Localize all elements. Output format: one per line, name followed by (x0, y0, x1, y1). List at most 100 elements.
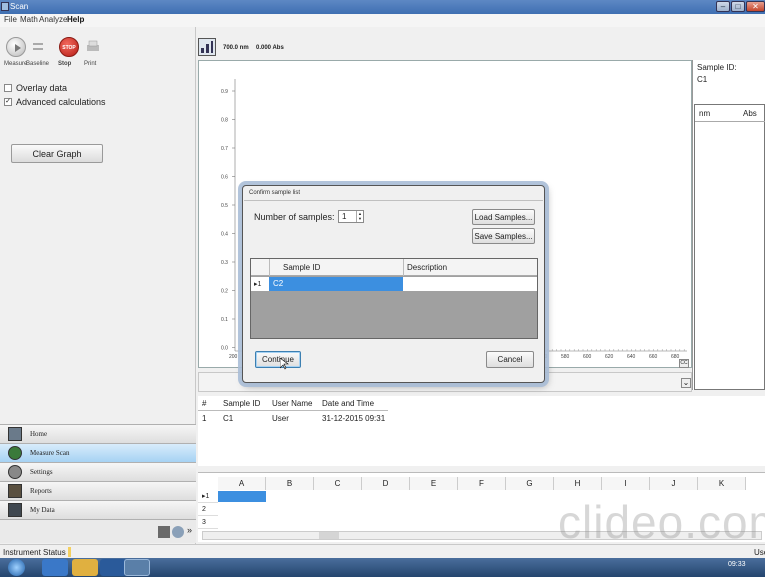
media-taskbar-icon[interactable] (100, 559, 126, 576)
sheet-col-j[interactable]: J (650, 477, 698, 490)
y-tick-label: 0.3 (221, 260, 228, 266)
results-divider (198, 410, 388, 411)
advanced-checkbox[interactable]: ✓ (4, 98, 12, 106)
app-icon (1, 2, 9, 11)
expand-down-icon[interactable]: ⌄ (681, 378, 691, 388)
table-row[interactable]: ▸1 C2 (251, 277, 537, 291)
status-indicator (68, 547, 71, 557)
wavelength-readout: 700.0 nm (223, 45, 249, 51)
menu-math[interactable]: Math (20, 15, 38, 24)
stop-label: Stop (58, 61, 72, 67)
scrollbar-thumb[interactable] (319, 532, 339, 539)
status-right: Use (754, 548, 765, 557)
chart-settings-button[interactable]: CC (679, 359, 689, 368)
table-row[interactable]: 1 C1 User 31-12-2015 09:31 (198, 412, 388, 424)
x-tick-label: 580 (561, 354, 570, 360)
results-col-num: # (202, 399, 207, 408)
x-tick-label: 660 (649, 354, 658, 360)
config-icon[interactable] (158, 526, 170, 538)
sheet-col-k[interactable]: K (698, 477, 746, 490)
nav-measure-scan[interactable]: Measure Scan (0, 443, 196, 462)
confirm-sample-dialog: Confirm sample list Number of samples: 1… (242, 185, 545, 383)
instrument-status: Instrument Status (3, 548, 66, 557)
row-num-3: 3 (202, 519, 206, 526)
sheet-col-i[interactable]: I (602, 477, 650, 490)
chevron-right-icon[interactable]: » (187, 525, 192, 535)
absorbance-readout: 0.000 Abs (256, 45, 284, 51)
nav-footer: » (0, 519, 196, 543)
clock: 09:33 (728, 561, 746, 568)
sample-id-cell[interactable]: C2 (269, 277, 403, 291)
baseline-button[interactable] (33, 43, 43, 50)
menu-help[interactable]: Help (67, 15, 84, 24)
load-samples-button[interactable]: Load Samples... (472, 209, 535, 225)
data-icon (8, 503, 22, 517)
sheet-col-a[interactable]: A (218, 477, 266, 490)
clear-graph-button[interactable]: Clear Graph (11, 144, 103, 163)
gear-icon (8, 465, 22, 479)
measure-label: Measure (4, 61, 28, 67)
close-button[interactable]: ✕ (746, 1, 765, 12)
sheet-row-2: 2 (198, 504, 218, 516)
num-samples-value: 1 (342, 212, 347, 221)
minimize-button[interactable]: – (716, 1, 730, 12)
overlay-label: Overlay data (16, 83, 68, 93)
description-cell[interactable] (404, 277, 537, 291)
nav-my-data[interactable]: My Data (0, 500, 196, 519)
window-title: Scan (10, 2, 29, 11)
x-tick-label: 620 (605, 354, 614, 360)
browser-taskbar-icon[interactable] (42, 559, 68, 576)
num-samples-stepper[interactable]: 1 ▲ ▼ (338, 210, 364, 223)
folder-taskbar-icon[interactable] (72, 559, 98, 576)
maximize-button[interactable]: □ (731, 1, 745, 12)
sheet-row-1: ▸1 (198, 491, 218, 503)
results-table: # Sample ID User Name Date and Time 1 C1… (198, 396, 765, 466)
menu-analyze[interactable]: Analyze (39, 15, 67, 24)
cancel-button[interactable]: Cancel (486, 351, 534, 368)
y-tick-label: 0.5 (221, 203, 228, 209)
row-num-1: 1 (205, 493, 210, 500)
sheet-col-f[interactable]: F (458, 477, 506, 490)
nav-settings[interactable]: Settings (0, 462, 196, 481)
nav-reports[interactable]: Reports (0, 481, 196, 500)
title-bar: Scan – □ ✕ (0, 0, 765, 14)
results-cell-datetime: 31-12-2015 09:31 (322, 414, 386, 423)
selected-cell-a1[interactable] (218, 491, 266, 502)
stop-button[interactable]: STOP (59, 37, 79, 57)
y-tick-label: 0.6 (221, 175, 228, 181)
sheet-col-h[interactable]: H (554, 477, 602, 490)
print-button[interactable] (86, 40, 100, 53)
sheet-col-d[interactable]: D (362, 477, 410, 490)
sheet-col-b[interactable]: B (266, 477, 314, 490)
scan-taskbar-icon[interactable] (124, 559, 150, 576)
y-tick-label: 0.7 (221, 146, 228, 152)
start-button[interactable] (8, 559, 25, 576)
results-cell-num: 1 (202, 414, 207, 423)
menu-file[interactable]: File (4, 15, 17, 24)
nav-home[interactable]: Home (0, 424, 196, 443)
home-icon (8, 427, 22, 441)
chart-icon (201, 41, 213, 53)
sheet-col-c[interactable]: C (314, 477, 362, 490)
sheet-col-g[interactable]: G (506, 477, 554, 490)
menu-bar: File Math Analyze Help (0, 14, 765, 27)
results-cell-user: User (272, 414, 289, 423)
dialog-title: Confirm sample list (249, 190, 301, 196)
printer-icon (87, 40, 99, 51)
y-tick-label: 0.4 (221, 232, 228, 238)
chart-mode-button[interactable] (198, 38, 216, 56)
row-marker-number: 1 (257, 281, 262, 288)
overlay-checkbox[interactable] (4, 84, 12, 92)
users-icon[interactable] (172, 526, 184, 538)
save-samples-button[interactable]: Save Samples... (472, 228, 535, 244)
grid-col-sample-id: Sample ID (283, 263, 321, 272)
stepper-arrows-icon[interactable]: ▲ ▼ (356, 211, 363, 222)
print-label: Print (84, 61, 97, 67)
x-tick-label: 640 (627, 354, 636, 360)
continue-button[interactable]: Continue (255, 351, 301, 368)
sheet-col-e[interactable]: E (410, 477, 458, 490)
x-tick-label: 600 (583, 354, 592, 360)
results-col-datetime: Date and Time (322, 399, 375, 408)
mouse-cursor-icon (280, 358, 289, 370)
measure-button[interactable] (6, 37, 26, 57)
